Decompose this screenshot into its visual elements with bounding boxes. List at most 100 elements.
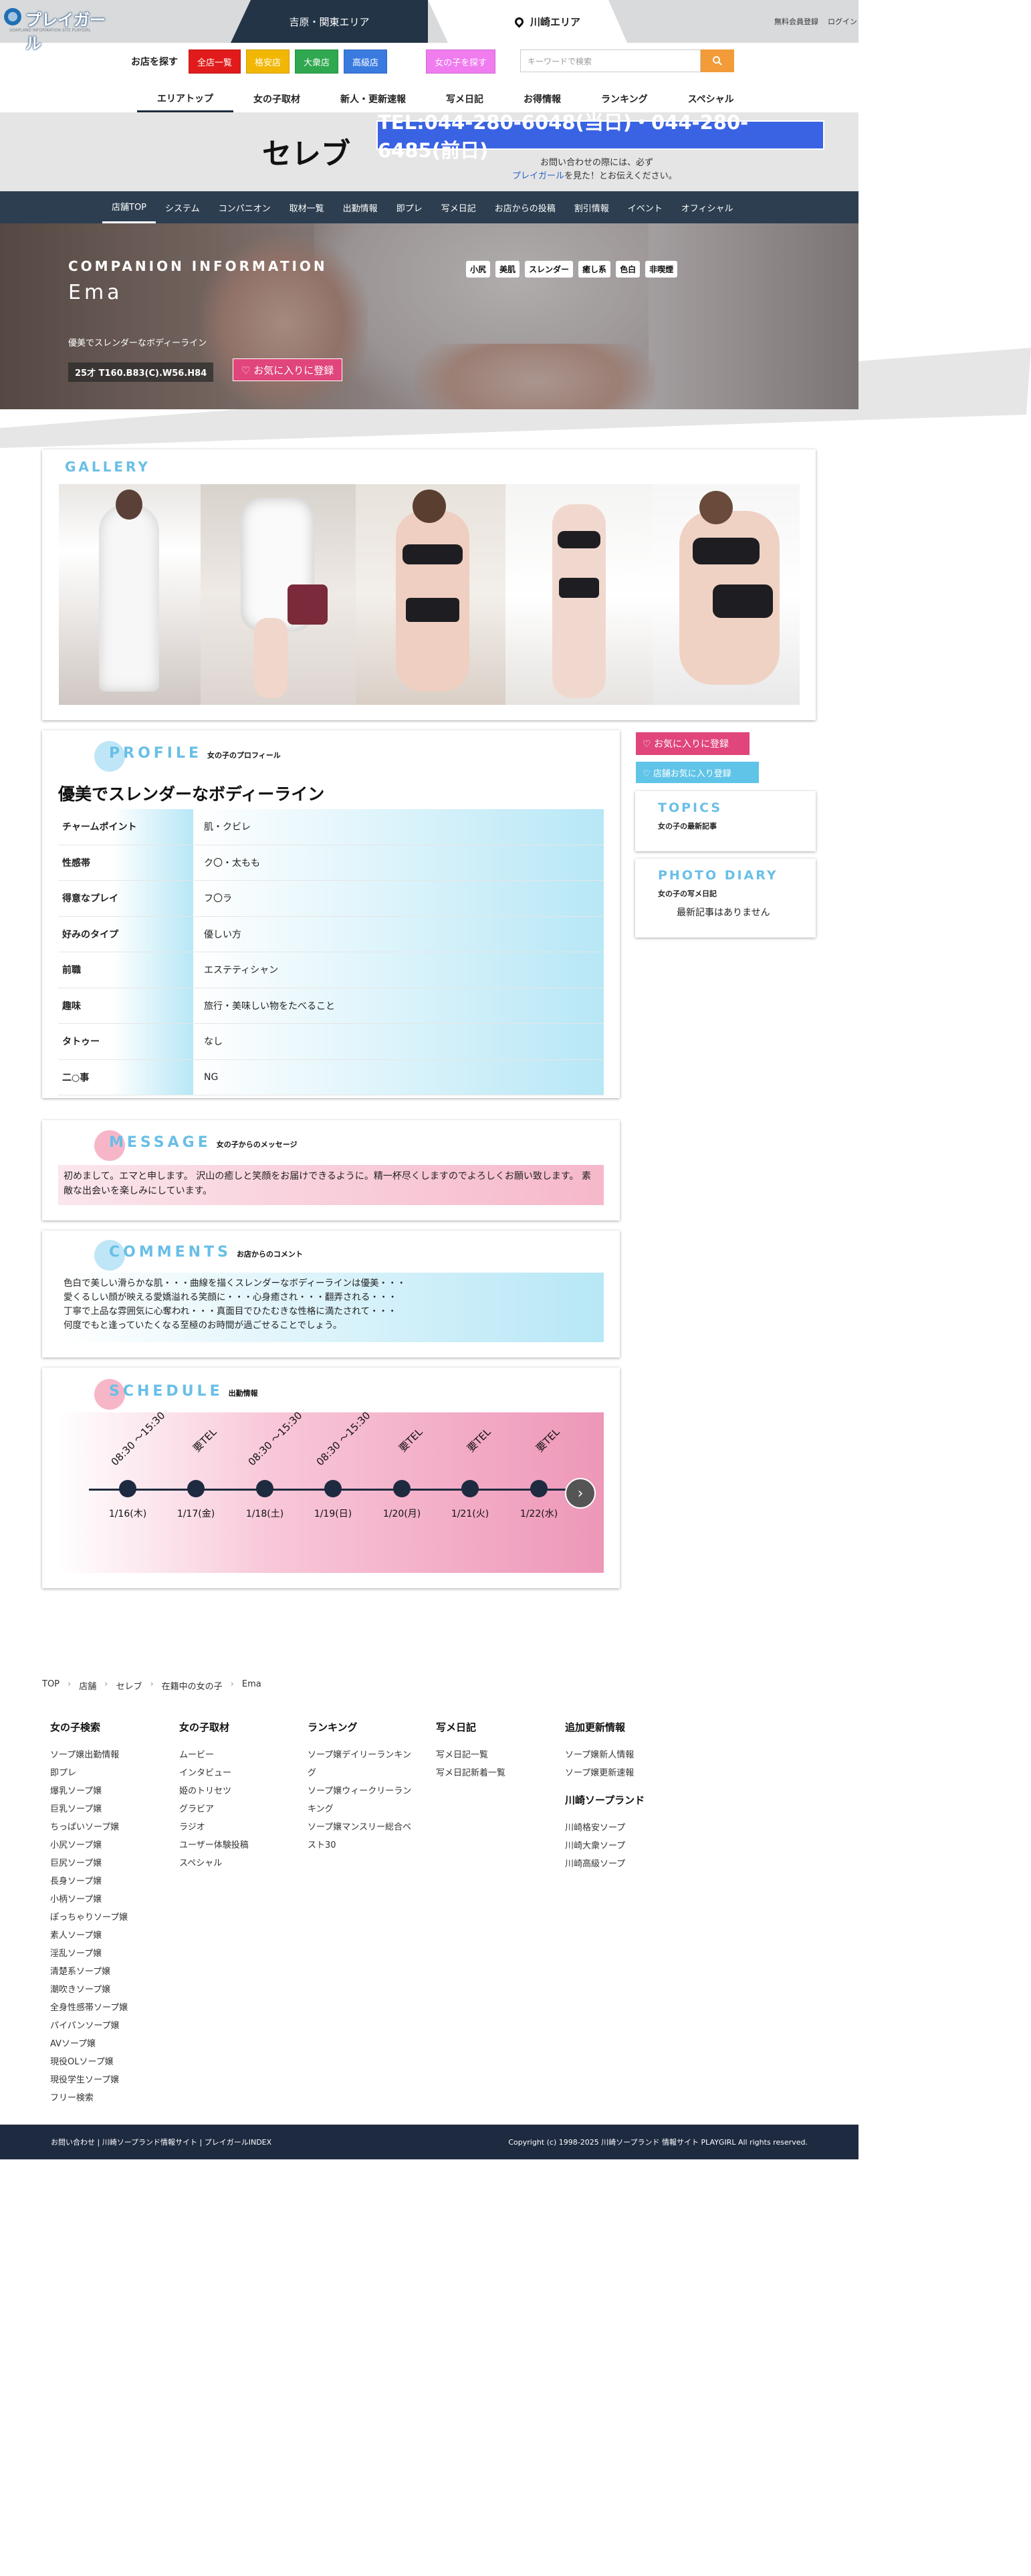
footer-link[interactable]: 巨尻ソープ嬢 xyxy=(50,1854,164,1872)
shop-nav-item[interactable]: 取材一覧 xyxy=(280,191,334,223)
footer-link[interactable]: 清楚系ソープ嬢 xyxy=(50,1963,164,1981)
girl-tag: 非喫煙 xyxy=(645,261,678,278)
shop-nav-item[interactable]: お店からの投稿 xyxy=(485,191,565,223)
shop-nav-item[interactable]: コンパニオン xyxy=(209,191,280,223)
favorite-button[interactable]: ♡ お気に入りに登録 xyxy=(233,358,343,381)
login-link[interactable]: ログイン xyxy=(828,16,857,27)
footer-link[interactable]: ちっぱいソープ嬢 xyxy=(50,1818,164,1836)
shop-nav-item[interactable]: 出勤情報 xyxy=(334,191,387,223)
footer-link[interactable]: ソープ嬢出勤情報 xyxy=(50,1746,164,1764)
footer-link[interactable]: フリー検索 xyxy=(50,2089,164,2107)
shop-nav-item[interactable]: オフィシャル xyxy=(672,191,743,223)
shop-name[interactable]: セレブ xyxy=(262,130,350,173)
footer-links[interactable]: お問い合わせ | 川崎ソープランド情報サイト | プレイガールINDEX xyxy=(51,2137,271,2147)
footer-column: ランキング ソープ嬢デイリーランキングソープ嬢ウィークリーラン キング ソープ嬢マンス… xyxy=(308,1720,421,1854)
footer-link[interactable]: 川崎大衆ソープ xyxy=(565,1837,679,1855)
footer-link[interactable]: ソープ嬢ウィークリーラン xyxy=(308,1782,421,1800)
tel-note: お問い合わせの際には、必ず xyxy=(540,158,654,168)
breadcrumb-item[interactable]: TOP xyxy=(42,1679,60,1692)
profile-row: 前職 エステティシャン xyxy=(58,952,604,988)
profile-row: 得意なプレイ フ〇ラ xyxy=(58,881,604,917)
footer-link[interactable]: グラビア xyxy=(179,1800,293,1818)
footer-link[interactable]: 巨乳ソープ嬢 xyxy=(50,1800,164,1818)
footer-link[interactable]: キング xyxy=(308,1800,421,1818)
shop-nav-item[interactable]: 即プレ xyxy=(387,191,432,223)
footer-link[interactable]: スペシャル xyxy=(179,1854,293,1872)
profile-key: 得意なプレイ xyxy=(58,881,193,916)
shop-nav-item[interactable]: 写メ日記 xyxy=(432,191,485,223)
gallery-photo[interactable] xyxy=(356,484,505,705)
logo-subtext: SOAPLAND INFORMATION SITE PLAYGIRL xyxy=(9,28,91,33)
footer-link[interactable]: 川崎高級ソープ xyxy=(565,1855,679,1873)
category-button[interactable]: 格安店 xyxy=(246,49,290,74)
category-button[interactable]: 高級店 xyxy=(344,49,388,74)
category-button[interactable]: 全店一覧 xyxy=(189,49,241,74)
footer-link[interactable]: ラジオ xyxy=(179,1818,293,1836)
footer-link[interactable]: 爆乳ソープ嬢 xyxy=(50,1782,164,1800)
keyword-search-input[interactable]: キーワードで検索 xyxy=(520,49,701,72)
footer-link[interactable]: 現役OLソープ嬢 xyxy=(50,2053,164,2071)
footer-link[interactable]: ぽっちゃりソープ嬢 xyxy=(50,1909,164,1927)
site-logo[interactable]: プレイガール SOAPLAND INFORMATION SITE PLAYGIR… xyxy=(4,5,118,53)
footer-link[interactable]: 写メ日記新着一覧 xyxy=(436,1764,550,1782)
footer-link[interactable]: ムービー xyxy=(179,1746,293,1764)
side-favorite-button[interactable]: ♡ お気に入りに登録 xyxy=(635,732,750,756)
topics-card: TOPICS 女の子の最新記事 xyxy=(635,791,816,851)
photo-diary-card: PHOTO DIARY 女の子の写メ日記 最新記事はありません xyxy=(635,859,816,938)
shop-nav-item[interactable]: システム xyxy=(156,191,209,223)
message-title-en: MESSAGE xyxy=(109,1134,211,1151)
footer-link[interactable]: 小尻ソープ嬢 xyxy=(50,1836,164,1854)
footer-link[interactable]: 即プレ xyxy=(50,1764,164,1782)
footer-link[interactable]: 長身ソープ嬢 xyxy=(50,1872,164,1891)
footer-link[interactable]: 素人ソープ嬢 xyxy=(50,1927,164,1945)
breadcrumb: TOP › 店舗 › セレブ › 在籍中の女の子 › Ema xyxy=(42,1679,261,1692)
gallery-photo[interactable] xyxy=(59,484,201,705)
breadcrumb-item[interactable]: セレブ xyxy=(116,1679,142,1692)
footer-link[interactable]: スト30 xyxy=(308,1836,421,1854)
shop-favorite-button[interactable]: ♡ 店舗お気に入り登録 xyxy=(635,761,760,784)
playgirl-link[interactable]: プレイガール xyxy=(512,171,564,181)
footer-link[interactable]: ソープ嬢マンスリー総合ベ xyxy=(308,1818,421,1836)
footer-link[interactable]: 小柄ソープ嬢 xyxy=(50,1891,164,1909)
category-button[interactable]: 大衆店 xyxy=(295,49,339,74)
footer-link[interactable]: 姫のトリセツ xyxy=(179,1782,293,1800)
comment-line: 色白で美しい滑らかな肌・・・曲線を描くスレンダーなボディーラインは優美・・・ xyxy=(64,1278,407,1289)
footer-link[interactable]: 現役学生ソープ嬢 xyxy=(50,2071,164,2089)
shop-nav-item[interactable]: 店舗TOP xyxy=(102,191,156,223)
shop-nav-item[interactable]: 割引情報 xyxy=(565,191,618,223)
shop-nav-item[interactable]: イベント xyxy=(618,191,672,223)
footer-link[interactable]: 淫乱ソープ嬢 xyxy=(50,1945,164,1963)
profile-value: 肌・クビレ xyxy=(193,809,604,845)
shop-tel[interactable]: TEL:044-280-6048(当日)・044-280-6485(前日) xyxy=(376,111,824,162)
profile-value: フ〇ラ xyxy=(193,881,604,916)
footer-link[interactable]: ソープ嬢新人情報 xyxy=(565,1746,679,1764)
girl-search-button[interactable]: 女の子を探す xyxy=(426,49,496,74)
footer-link[interactable]: 川崎格安ソープ xyxy=(565,1819,679,1837)
gallery-photo[interactable] xyxy=(505,484,653,705)
nav-item[interactable]: エリアトップ xyxy=(137,86,233,112)
footer-link[interactable]: 潮吹きソープ嬢 xyxy=(50,1981,164,1999)
schedule-title-ja: 出勤情報 xyxy=(228,1389,258,1398)
search-button[interactable] xyxy=(701,49,734,72)
schedule-next-button[interactable]: › xyxy=(565,1478,596,1509)
footer-link[interactable]: インタビュー xyxy=(179,1764,293,1782)
footer-link[interactable]: グ xyxy=(308,1764,421,1782)
footer-link[interactable]: ユーザー体験投稿 xyxy=(179,1836,293,1854)
footer-link[interactable]: ソープ嬢更新速報 xyxy=(565,1764,679,1782)
gallery-photo[interactable] xyxy=(201,484,356,705)
area-tab-kanto[interactable]: 吉原・関東エリア xyxy=(231,0,428,43)
footer-link[interactable]: ソープ嬢デイリーランキン xyxy=(308,1746,421,1764)
footer-link[interactable]: 全身性感帯ソープ嬢 xyxy=(50,1999,164,2017)
gallery-photo[interactable] xyxy=(653,484,800,705)
footer-link[interactable]: AVソープ嬢 xyxy=(50,2035,164,2053)
breadcrumb-item[interactable]: 店舗 xyxy=(79,1679,96,1692)
footer-link[interactable]: 写メ日記一覧 xyxy=(436,1746,550,1764)
girl-tag: 美肌 xyxy=(495,261,520,278)
profile-value: 優しい方 xyxy=(193,916,604,952)
breadcrumb-item[interactable]: 在籍中の女の子 xyxy=(162,1679,223,1692)
area-tab-kawasaki[interactable]: 川崎エリア xyxy=(468,0,627,43)
profile-row: チャームポイント 肌・クビレ xyxy=(58,809,604,845)
register-link[interactable]: 無料会員登録 xyxy=(774,16,818,27)
footer-link[interactable]: パイパンソープ嬢 xyxy=(50,2017,164,2035)
nav-item[interactable]: 女の子取材 xyxy=(233,86,320,112)
